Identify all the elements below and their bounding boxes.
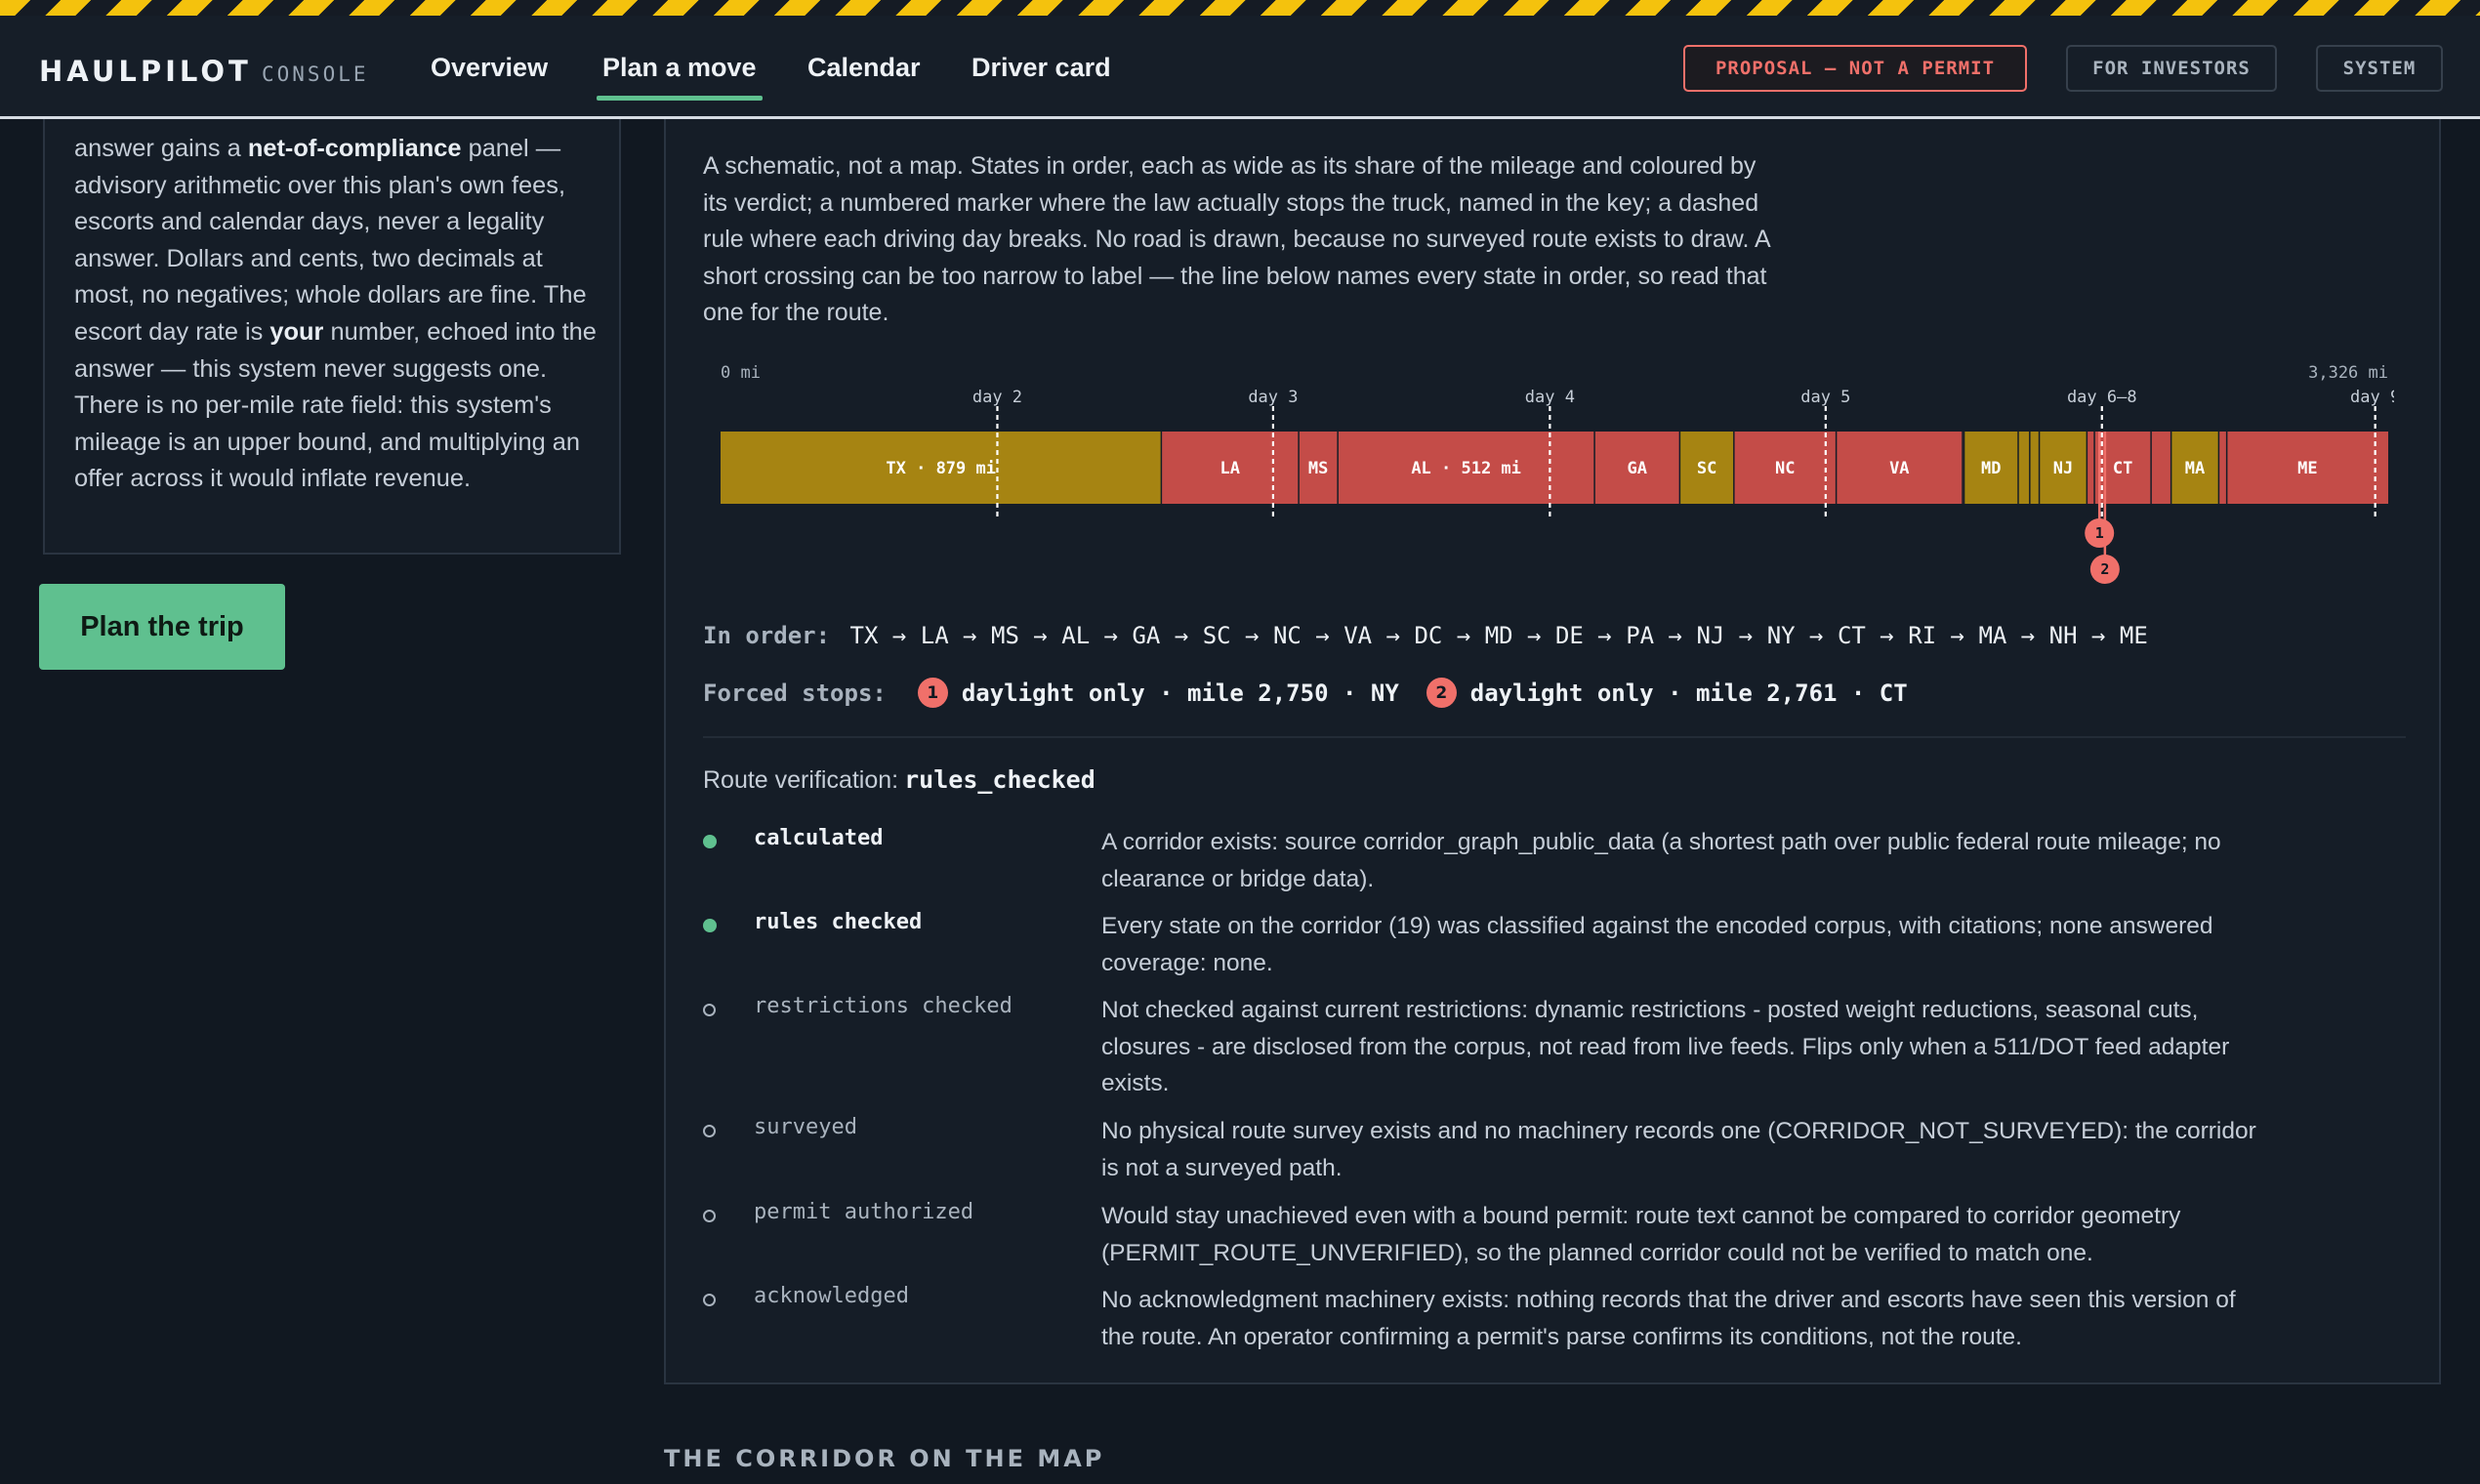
plan-trip-button[interactable]: Plan the trip: [39, 584, 285, 670]
forced-stop-1: daylight only · mile 2,750 · NY: [961, 679, 1399, 707]
day-break-label: day 3: [1248, 388, 1298, 407]
state-segment-nh: [2218, 432, 2227, 504]
verification-label: calculated: [754, 826, 884, 850]
verification-label: surveyed: [754, 1115, 857, 1139]
day-break-label: day 4: [1525, 388, 1575, 407]
schematic-description: A schematic, not a map. States in order,…: [703, 152, 1770, 326]
section-divider: [703, 736, 2406, 738]
state-label-ga: GA: [1627, 459, 1646, 478]
verification-description: Every state on the corridor (19) was cla…: [1101, 913, 2213, 976]
net-of-compliance-help-text: answer gains a net-of-compliance panel —…: [74, 135, 597, 493]
nav-calendar[interactable]: Calendar: [807, 53, 921, 83]
state-segment-pa: [2029, 432, 2040, 504]
unachieved-circle-icon: [703, 1004, 716, 1016]
brand-logo[interactable]: HAULPILOT: [39, 55, 252, 88]
brand-subtitle: CONSOLE: [262, 62, 369, 86]
forced-stop-number: 2: [2100, 560, 2109, 578]
state-order: TX → LA → MS → AL → GA → SC → NC → VA → …: [849, 622, 2148, 649]
state-segment-de: [2018, 432, 2030, 504]
unachieved-circle-icon: [703, 1210, 716, 1222]
unachieved-circle-icon: [703, 1125, 716, 1137]
verification-description: Would stay unachieved even with a bound …: [1101, 1203, 2181, 1266]
stop-marker-2: 2: [1426, 678, 1457, 708]
state-label-nc: NC: [1775, 459, 1795, 478]
state-label-ct: CT: [2113, 459, 2132, 478]
verification-label: rules checked: [754, 910, 923, 934]
route-verification-value: rules_checked: [904, 765, 1095, 794]
route-verification-label: Route verification:: [703, 766, 899, 794]
state-label-sc: SC: [1697, 459, 1716, 478]
order-label: In order:: [703, 622, 831, 649]
nav-overview[interactable]: Overview: [431, 53, 548, 83]
forced-stops-label: Forced stops:: [703, 679, 887, 707]
forced-stop-2: daylight only · mile 2,761 · CT: [1469, 679, 1908, 707]
forced-stops-line: Forced stops: 1 daylight only · mile 2,7…: [703, 678, 1935, 708]
nav-driver-card[interactable]: Driver card: [971, 53, 1111, 83]
achieved-dot-icon: [703, 835, 717, 848]
for-investors-button[interactable]: FOR INVESTORS: [2066, 45, 2277, 92]
state-label-al: AL · 512 mi: [1411, 459, 1521, 478]
stop-marker-1: 1: [917, 678, 948, 708]
state-label-la: LA: [1220, 459, 1240, 478]
corridor-schematic: 0 mi 3,326 mi TX · 879 mi LA MS AL · 512 mi…: [721, 363, 2394, 584]
state-segment-ri: [2151, 432, 2171, 504]
route-verification-heading: Route verification: rules_checked: [703, 765, 1095, 795]
unachieved-circle-icon: [703, 1294, 716, 1306]
verification-label: acknowledged: [754, 1284, 909, 1308]
verification-description: Not checked against current restrictions…: [1101, 997, 2230, 1096]
verification-description: No acknowledgment machinery exists: noth…: [1101, 1287, 2236, 1350]
day-break-label: day 5: [1800, 388, 1850, 407]
state-label-nj: NJ: [2053, 459, 2073, 478]
verification-label: restrictions checked: [754, 994, 1013, 1018]
corridor-panel: A schematic, not a map. States in order,…: [664, 119, 2441, 1384]
day-break-label: day 6–8: [2067, 388, 2137, 407]
verification-label: permit authorized: [754, 1200, 974, 1224]
verification-description: No physical route survey exists and no m…: [1101, 1118, 2256, 1181]
verification-description: A corridor exists: source corridor_graph…: [1101, 829, 2221, 892]
state-label-va: VA: [1889, 459, 1909, 478]
nav-plan-a-move[interactable]: Plan a move: [597, 53, 763, 101]
day-break-label: day 2: [972, 388, 1022, 407]
state-label-me: ME: [2297, 459, 2317, 478]
state-order-line: In order: TX → LA → MS → AL → GA → SC → …: [703, 622, 2148, 649]
scale-end-label: 3,326 mi: [2308, 363, 2388, 383]
day-break-label: day 9: [2350, 388, 2394, 407]
state-segment-ny: [2087, 432, 2095, 504]
state-label-tx: TX · 879 mi: [886, 459, 996, 478]
top-bar: HAULPILOT CONSOLE Overview Plan a move C…: [0, 16, 2480, 119]
achieved-dot-icon: [703, 919, 717, 932]
state-label-md: MD: [1981, 459, 2001, 478]
hazard-stripe: [0, 0, 2480, 16]
forced-stop-number: 1: [2095, 524, 2104, 542]
state-label-ma: MA: [2185, 459, 2205, 478]
scale-start-label: 0 mi: [721, 363, 761, 383]
rate-help-panel: answer gains a net-of-compliance panel —…: [43, 119, 621, 555]
state-label-ms: MS: [1308, 459, 1328, 478]
system-button[interactable]: SYSTEM: [2316, 45, 2443, 92]
corridor-map-section-title: THE CORRIDOR ON THE MAP: [664, 1445, 1105, 1472]
proposal-badge: PROPOSAL — NOT A PERMIT: [1683, 45, 2027, 92]
